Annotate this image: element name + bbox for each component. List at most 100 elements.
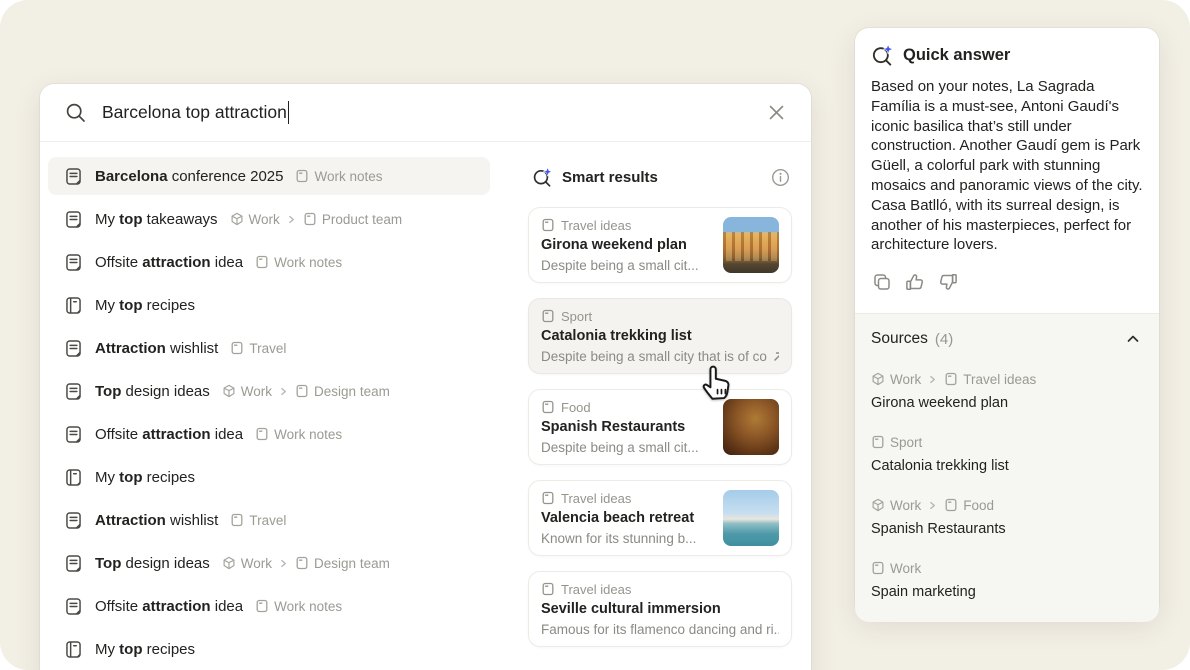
breadcrumb: WorkFood — [871, 496, 1143, 514]
card-category: Travel ideas — [541, 216, 713, 235]
result-row[interactable]: Offsite attraction ideaWork notes — [48, 415, 490, 453]
app-screen: Barcelona top attraction Barcelona confe… — [0, 0, 1190, 670]
card-text: Travel ideasValencia beach retreatKnown … — [541, 489, 713, 548]
result-title: My top recipes — [95, 641, 195, 658]
breadcrumb-label: Product team — [322, 212, 402, 227]
breadcrumb-item: Travel — [230, 513, 286, 528]
breadcrumb-item: Work notes — [255, 427, 342, 442]
search-input[interactable]: Barcelona top attraction — [102, 101, 289, 124]
breadcrumb: Work Design team — [222, 384, 390, 399]
copy-icon[interactable] — [871, 271, 893, 293]
card-category-label: Food — [561, 400, 591, 415]
page-icon — [944, 372, 958, 386]
doc-icon — [64, 253, 83, 272]
doc-icon — [64, 210, 83, 229]
result-row[interactable]: My top recipes — [48, 286, 490, 324]
ai-search-icon — [871, 44, 894, 67]
card-category-label: Travel ideas — [561, 582, 631, 597]
result-row[interactable]: Attraction wishlistTravel — [48, 329, 490, 367]
thumbs-down-icon[interactable] — [937, 271, 959, 293]
breadcrumb-item: Design team — [295, 384, 390, 399]
search-panel: Barcelona top attraction Barcelona confe… — [40, 84, 811, 670]
smart-result-card[interactable]: Travel ideasSeville cultural immersionFa… — [528, 571, 792, 647]
result-row[interactable]: Offsite attraction ideaWork notes — [48, 587, 490, 625]
page-icon — [230, 513, 244, 527]
space-cube-icon — [222, 384, 236, 398]
thumbs-up-icon[interactable] — [904, 271, 926, 293]
card-title: Spanish Restaurants — [541, 417, 713, 438]
close-icon[interactable] — [763, 100, 789, 126]
breadcrumb: Sport — [871, 433, 1143, 451]
source-item[interactable]: WorkTravel ideasGirona weekend plan — [871, 370, 1143, 413]
breadcrumb-label: Design team — [314, 556, 390, 571]
ai-search-icon — [532, 167, 553, 188]
page-icon — [255, 599, 269, 613]
smart-result-card[interactable]: SportCatalonia trekking listDespite bein… — [528, 298, 792, 374]
quick-answer-actions — [855, 255, 1159, 313]
result-row[interactable]: My top recipes — [48, 458, 490, 496]
breadcrumb-label: Work — [241, 384, 272, 399]
card-description: Famous for its flamenco dancing and ri..… — [541, 620, 779, 639]
breadcrumb-item: Design team — [295, 556, 390, 571]
sources-title: Sources — [871, 330, 928, 348]
sources-header: Sources (4) — [871, 328, 1143, 350]
card-category: Sport — [541, 307, 779, 326]
smart-result-card[interactable]: Travel ideasValencia beach retreatKnown … — [528, 480, 792, 556]
sources-section: Sources (4) Work Travel ideas Girona weeke… — [855, 313, 1159, 622]
result-row[interactable]: Top design ideas Work Design team — [48, 544, 490, 582]
doc-icon — [64, 339, 83, 358]
breadcrumb-label: Travel ideas — [963, 372, 1036, 387]
breadcrumb-label: Work — [890, 561, 921, 576]
breadcrumb: Travel — [230, 513, 286, 528]
page-icon — [541, 309, 555, 323]
smart-result-card[interactable]: Travel ideasGirona weekend planDespite b… — [528, 207, 792, 283]
chevron-up-icon[interactable] — [1123, 329, 1143, 349]
breadcrumb-item: Work — [222, 384, 272, 399]
quick-answer-panel: Quick answer Based on your notes, La Sag… — [855, 28, 1159, 618]
result-row[interactable]: Attraction wishlistTravel — [48, 501, 490, 539]
breadcrumb-label: Work notes — [274, 255, 342, 270]
breadcrumb-label: Design team — [314, 384, 390, 399]
info-icon[interactable] — [770, 167, 790, 187]
breadcrumb-label: Work — [890, 498, 921, 513]
card-text: Travel ideasGirona weekend planDespite b… — [541, 216, 713, 275]
result-row[interactable]: My top takeawaysWorkProduct team — [48, 200, 490, 238]
breadcrumb: WorkProduct team — [230, 212, 403, 227]
chevron-right-icon — [287, 215, 296, 224]
quick-answer-header: Quick answer — [855, 28, 1159, 73]
source-title: Girona weekend plan — [871, 393, 1143, 413]
result-title: Offsite attraction idea — [95, 254, 243, 271]
card-category-label: Sport — [561, 309, 592, 324]
result-row[interactable]: My top recipes — [48, 630, 490, 668]
smart-result-card[interactable]: FoodSpanish RestaurantsDespite being a s… — [528, 389, 792, 465]
card-category: Travel ideas — [541, 580, 779, 599]
result-title: My top recipes — [95, 297, 195, 314]
breadcrumb-item: Work — [222, 556, 272, 571]
result-title: Top design ideas — [95, 555, 210, 572]
page-icon — [541, 491, 555, 505]
source-item[interactable]: Work Spain marketing — [871, 559, 1143, 602]
breadcrumb: Work Design team — [222, 556, 390, 571]
result-row[interactable]: Offsite attraction idea Work notes — [48, 243, 490, 281]
page-icon — [295, 384, 309, 398]
card-category-label: Travel ideas — [561, 491, 631, 506]
card-text: SportCatalonia trekking listDespite bein… — [541, 307, 779, 366]
breadcrumb: Work notes — [255, 427, 342, 442]
search-panel-body: Barcelona conference 2025Work notes My to… — [40, 143, 811, 670]
page-icon — [303, 212, 317, 226]
source-title: Spain marketing — [871, 582, 1143, 602]
card-text: Travel ideasSeville cultural immersionFa… — [541, 580, 779, 639]
breadcrumb: Work — [871, 559, 1143, 577]
breadcrumb-label: Sport — [890, 435, 922, 450]
smart-cards-list: Travel ideasGirona weekend planDespite b… — [528, 207, 792, 647]
result-row[interactable]: Barcelona conference 2025Work notes — [48, 157, 490, 195]
result-row[interactable]: Top design ideasWorkDesign team — [48, 372, 490, 410]
quick-answer-body: Based on your notes, La Sagrada Família … — [855, 73, 1159, 255]
page-icon — [295, 169, 309, 183]
source-item[interactable]: WorkFoodSpanish Restaurants — [871, 496, 1143, 539]
card-title: Girona weekend plan — [541, 235, 713, 256]
search-query-text: Barcelona top attraction — [102, 102, 287, 123]
page-icon — [541, 582, 555, 596]
breadcrumb-item: Work — [871, 498, 921, 513]
source-item[interactable]: SportCatalonia trekking list — [871, 433, 1143, 476]
